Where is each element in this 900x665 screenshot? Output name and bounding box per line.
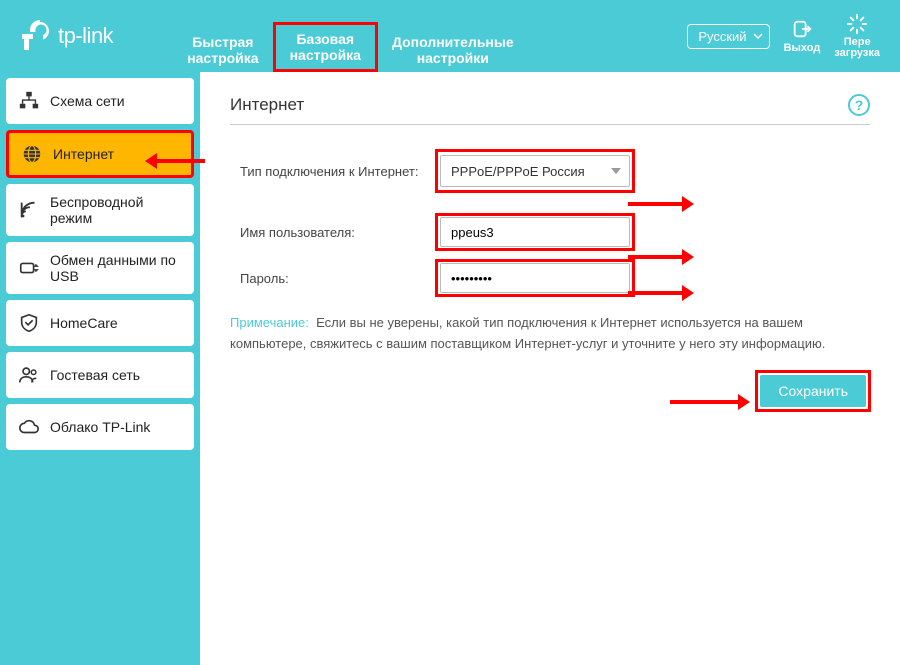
tab-label: Быстрая [192,34,253,50]
sidebar-item-label: Интернет [53,146,114,162]
connection-type-select[interactable]: PPPoE/PPPoE Россия [440,155,630,187]
logout-icon [791,18,813,40]
brand-logo: tp-link [0,20,133,52]
network-map-icon [18,90,40,112]
tab-basic-setup[interactable]: Базовая настройка [273,22,378,72]
page-title: Интернет [230,95,304,115]
app-root: tp-link Быстрая настройка Базовая настро… [0,0,900,665]
row-username: Имя пользователя: [240,217,870,247]
reload-button[interactable]: Пере загрузка [834,13,880,59]
body: Схема сети Интернет Беспроводной режим О… [0,72,900,665]
tab-quick-setup[interactable]: Быстрая настройка [173,28,272,72]
header: tp-link Быстрая настройка Базовая настро… [0,0,900,72]
wifi-icon [18,199,40,221]
connection-type-label: Тип подключения к Интернет: [240,164,440,179]
username-input[interactable] [440,217,630,247]
chevron-down-icon [753,33,763,39]
reload-label: Пере загрузка [834,37,880,59]
sidebar-item-guest[interactable]: Гостевая сеть [6,352,194,398]
sidebar-item-cloud[interactable]: Облако TP-Link [6,404,194,450]
top-tabs: Быстрая настройка Базовая настройка Допо… [173,0,527,72]
sidebar-item-label: Беспроводной режим [50,194,182,226]
tab-label: настройка [290,47,361,63]
connection-type-value: PPPoE/PPPoE Россия [451,164,585,179]
tab-label: Базовая [296,31,354,47]
cloud-icon [18,416,40,438]
row-password: Пароль: [240,263,870,293]
sidebar-item-label: Схема сети [50,93,125,109]
language-value: Русский [698,29,746,44]
brand-text: tp-link [58,23,113,49]
note-body: Если вы не уверены, какой тип подключени… [230,315,825,351]
sidebar-item-label: Обмен данными по USB [50,252,182,284]
guest-icon [18,364,40,386]
note-label: Примечание: [230,315,309,330]
save-row: Сохранить [230,375,870,407]
username-label: Имя пользователя: [240,225,440,240]
sidebar-item-label: HomeCare [50,315,118,331]
main-panel: Интернет ? Тип подключения к Интернет: P… [200,72,900,665]
logout-label: Выход [784,42,821,54]
reload-icon [846,13,868,35]
sidebar-item-network-map[interactable]: Схема сети [6,78,194,124]
sidebar: Схема сети Интернет Беспроводной режим О… [0,72,200,665]
sidebar-item-usb[interactable]: Обмен данными по USB [6,242,194,294]
sidebar-item-homecare[interactable]: HomeCare [6,300,194,346]
shield-icon [18,312,40,334]
sidebar-item-wireless[interactable]: Беспроводной режим [6,184,194,236]
tab-label: настройка [187,50,258,66]
password-label: Пароль: [240,271,440,286]
globe-icon [21,143,43,165]
row-connection-type: Тип подключения к Интернет: PPPoE/PPPoE … [240,155,870,187]
usb-share-icon [18,257,40,279]
language-select[interactable]: Русский [687,24,769,49]
header-right: Русский Выход П [687,13,880,59]
sidebar-item-label: Облако TP-Link [50,419,150,435]
tp-link-icon [20,20,52,52]
note-text: Примечание: Если вы не уверены, какой ти… [230,313,840,355]
sidebar-item-label: Гостевая сеть [50,367,140,383]
logout-button[interactable]: Выход [784,18,821,54]
password-input[interactable] [440,263,630,293]
page-title-row: Интернет ? [230,94,870,125]
save-button[interactable]: Сохранить [760,375,866,407]
sidebar-item-internet[interactable]: Интернет [6,130,194,178]
internet-form: Тип подключения к Интернет: PPPoE/PPPoE … [240,155,870,293]
tab-label: настройки [417,50,489,66]
tab-advanced-setup[interactable]: Дополнительные настройки [378,28,528,72]
help-button[interactable]: ? [848,94,870,116]
tab-label: Дополнительные [392,34,514,50]
chevron-down-icon [611,168,621,174]
